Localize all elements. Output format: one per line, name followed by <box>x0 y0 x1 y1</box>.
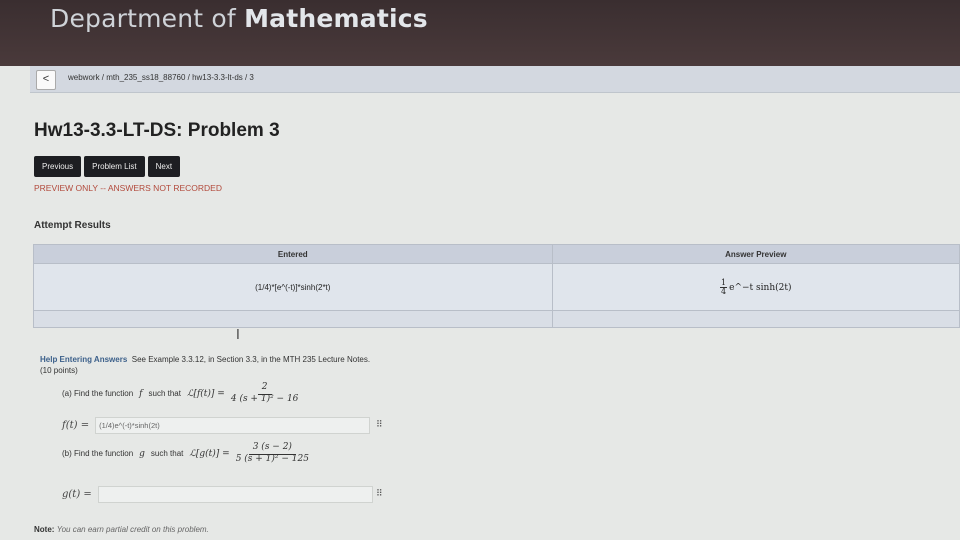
entered-cell: (1/4)*[e^(-t)]*sinh(2*t) <box>33 263 553 311</box>
breadcrumb-bar: < webwork / mth_235_ss18_88760 / hw13-3.… <box>30 66 960 93</box>
note-text: You can earn partial credit on this prob… <box>56 525 209 534</box>
site-title: Department of Mathematics <box>50 4 428 33</box>
partial-credit-note: Note: You can earn partial credit on thi… <box>34 525 209 534</box>
problem-nav: Previous Problem List Next <box>34 156 181 177</box>
problem-list-button[interactable]: Problem List <box>84 156 145 177</box>
part-a-fraction: 2 4 (s + 1)² − 16 <box>230 382 299 405</box>
part-b-lhs: ℒ[g(t)] = <box>189 448 230 459</box>
text-cursor-icon: I <box>236 328 240 343</box>
page-title: Hw13-3.3-LT-DS: Problem 3 <box>34 120 280 141</box>
attempt-results-label: Attempt Results <box>34 220 111 231</box>
empty-cell <box>551 310 960 328</box>
part-a-text: (a) Find the function <box>62 389 134 399</box>
part-b-prompt: (b) Find the function g such that ℒ[g(t)… <box>62 442 309 465</box>
answer-preview-cell: 1 4 e^−t sinh(2t) <box>551 263 960 311</box>
part-a-answer-input[interactable]: (1/4)e^(-t)*sinh(2t) <box>95 417 371 434</box>
back-button[interactable]: < <box>36 70 56 90</box>
site-title-bold: Mathematics <box>244 4 428 33</box>
breadcrumb[interactable]: webwork / mth_235_ss18_88760 / hw13-3.3-… <box>68 73 254 82</box>
help-text: See Example 3.3.12, in Section 3.3, in t… <box>131 355 371 364</box>
attempt-results-table: Entered Answer Preview (1/4)*[e^(-t)]*si… <box>33 244 960 328</box>
column-header-answer-preview: Answer Preview <box>551 244 960 264</box>
help-link[interactable]: Help Entering Answers <box>40 355 127 364</box>
part-a-lhs: ℒ[f(t)] = <box>186 388 225 399</box>
equation-editor-icon[interactable]: ⠿ <box>376 420 383 430</box>
part-b-fraction: 3 (s − 2) 5 (s + 1)² − 125 <box>235 442 309 465</box>
table-header-row: Entered Answer Preview <box>33 244 960 264</box>
column-header-entered: Entered <box>33 244 553 264</box>
preview-expression: e^−t sinh(2t) <box>729 282 792 293</box>
table-row-empty <box>33 310 960 328</box>
part-a-answer-row: f(t) = (1/4)e^(-t)*sinh(2t) <box>62 417 371 434</box>
part-b-denominator: 5 (s + 1)² − 125 <box>235 453 309 464</box>
previous-button[interactable]: Previous <box>34 156 82 177</box>
part-b-such: such that <box>150 449 184 459</box>
site-banner: Department of Mathematics <box>0 0 960 66</box>
part-b-answer-label: g(t) = <box>62 489 92 500</box>
help-line: Help Entering Answers See Example 3.3.12… <box>40 355 370 364</box>
part-b-variable: g <box>139 448 145 459</box>
empty-cell <box>33 310 553 328</box>
part-b-answer-input[interactable] <box>97 486 373 503</box>
next-button[interactable]: Next <box>147 156 181 177</box>
part-a-such: such that <box>148 389 181 399</box>
table-row: (1/4)*[e^(-t)]*sinh(2*t) 1 4 e^−t sinh(2… <box>33 263 960 311</box>
site-title-prefix: Department of <box>50 4 245 33</box>
answer-preview-math: 1 4 e^−t sinh(2t) <box>720 279 791 296</box>
part-a-denominator: 4 (s + 1)² − 16 <box>230 393 299 404</box>
part-b-text: (b) Find the function <box>62 449 134 459</box>
part-b-answer-row: g(t) = <box>62 486 373 503</box>
points-label: (10 points) <box>40 366 78 375</box>
part-a-prompt: (a) Find the function f such that ℒ[f(t)… <box>62 382 299 405</box>
preview-notice: PREVIEW ONLY -- ANSWERS NOT RECORDED <box>34 183 222 193</box>
note-label: Note: <box>34 525 55 534</box>
part-a-answer-label: f(t) = <box>62 420 90 431</box>
preview-fraction: 1 4 <box>720 279 728 296</box>
equation-editor-icon[interactable]: ⠿ <box>376 489 383 499</box>
preview-fraction-den: 4 <box>721 287 727 296</box>
part-a-variable: f <box>139 388 143 399</box>
